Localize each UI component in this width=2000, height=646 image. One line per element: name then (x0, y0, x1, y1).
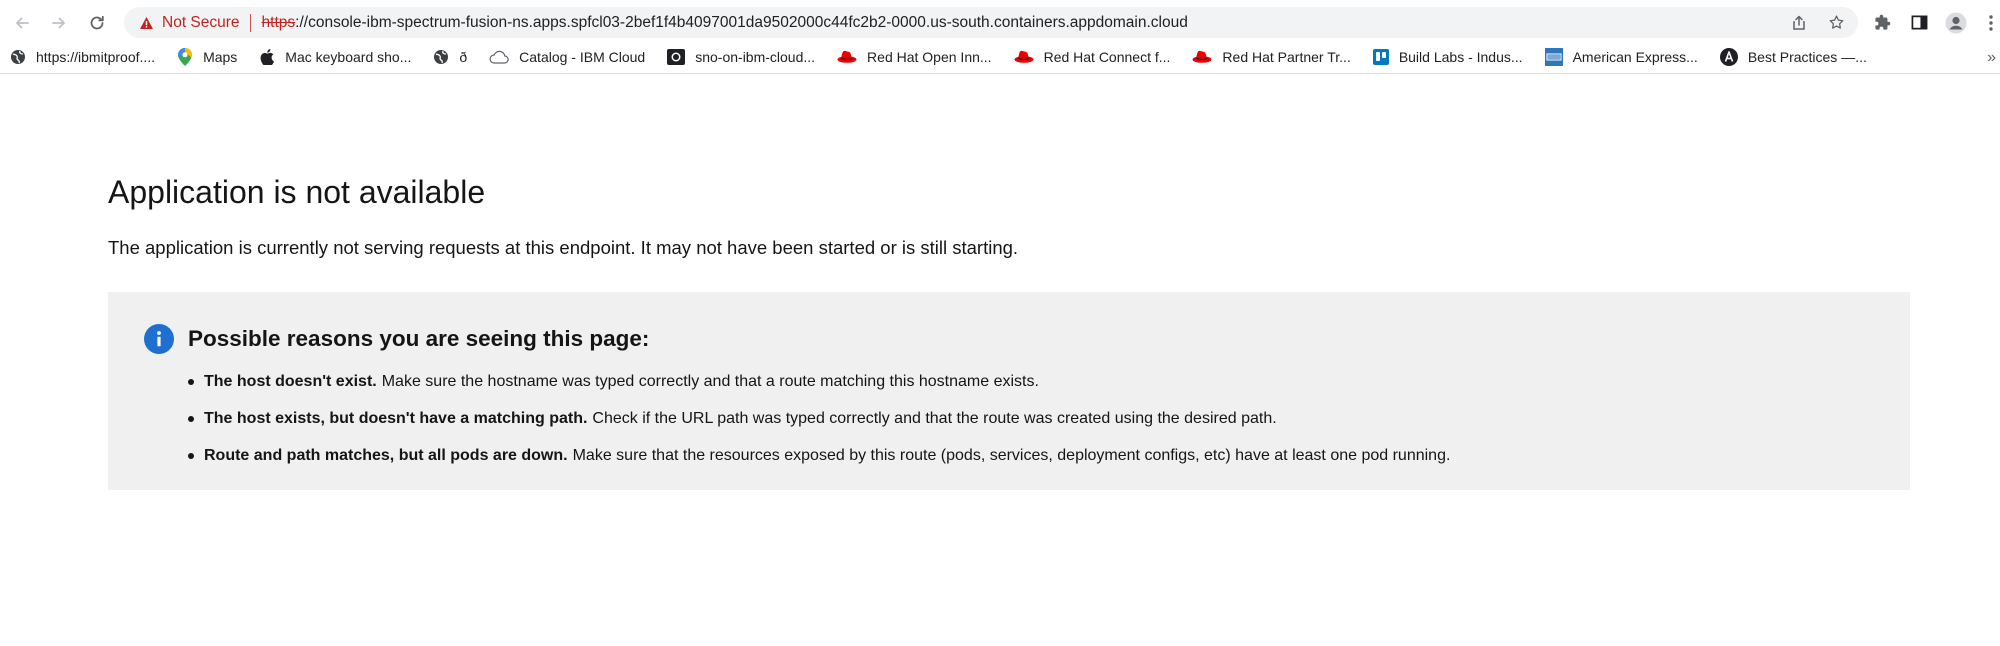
bookmark-label: Mac keyboard sho... (285, 49, 412, 65)
bullet-icon (188, 379, 194, 385)
bookmark-label: Best Practices —... (1747, 49, 1867, 65)
globe-icon (433, 49, 449, 65)
bookmark-item[interactable]: Build Labs - Indus... (1367, 44, 1529, 70)
bookmarks-overflow-button[interactable]: » (1987, 41, 1996, 74)
bullet-icon (188, 416, 194, 422)
list-item: The host exists, but doesn't have a matc… (188, 409, 1450, 429)
maps-icon (177, 48, 193, 66)
bookmark-item[interactable]: Catalog - IBM Cloud (483, 44, 651, 70)
share-icon (1793, 15, 1805, 30)
bookmark-label: https://ibmitproof.... (36, 49, 156, 65)
bookmark-item[interactable]: Best Practices —... (1714, 44, 1873, 70)
reason-text: Make sure that the resources exposed by … (572, 447, 1451, 464)
info-icon (144, 324, 174, 354)
security-status-label[interactable]: Not Secure (162, 14, 240, 32)
bookmark-item[interactable]: Red Hat Connect f... (1008, 44, 1177, 70)
bookmark-label: Maps (203, 49, 238, 65)
menu-icon (1989, 14, 1993, 31)
reload-icon (90, 15, 104, 30)
panel-title: Possible reasons you are seeing this pag… (188, 326, 650, 351)
bookmark-item[interactable]: Red Hat Partner Tr... (1186, 44, 1356, 70)
bookmark-item[interactable]: Red Hat Open Inn... (831, 44, 998, 70)
profile-button[interactable] (1941, 7, 1971, 38)
bookmark-label: Red Hat Connect f... (1043, 49, 1171, 65)
profile-icon (1945, 12, 1967, 33)
redhat-icon (837, 49, 857, 65)
bookmark-item[interactable]: American Express... (1539, 44, 1704, 70)
forward-button[interactable] (44, 8, 74, 38)
amex-icon (1544, 48, 1563, 66)
bookmark-label: American Express... (1572, 49, 1698, 65)
bullet-icon (188, 453, 194, 459)
bookmark-label: Catalog - IBM Cloud (519, 49, 646, 65)
list-item: The host doesn't exist. Make sure the ho… (188, 372, 1450, 392)
arrow-right-icon (52, 17, 65, 29)
page-description: The application is currently not serving… (108, 237, 1019, 258)
bookmark-item[interactable]: Maps (171, 44, 243, 70)
list-item: Route and path matches, but all pods are… (188, 446, 1450, 466)
bookmark-label: Red Hat Partner Tr... (1222, 49, 1351, 65)
bookmarks-bar: https://ibmitproof.... Maps Mac keyboard… (0, 41, 2000, 74)
star-icon (1829, 15, 1843, 29)
bookmark-item[interactable]: https://ibmitproof.... (0, 44, 161, 70)
globe-icon (10, 49, 26, 65)
panel-header: Possible reasons you are seeing this pag… (144, 324, 649, 354)
page-title: Application is not available (108, 174, 486, 210)
extensions-button[interactable] (1867, 7, 1897, 38)
bookmark-item[interactable]: sno-on-ibm-cloud... (661, 44, 821, 70)
browser-toolbar: Not Secure https://console-ibm-spectrum-… (0, 0, 2000, 45)
reason-text: Check if the URL path was typed correctl… (592, 410, 1277, 427)
bookmark-label: Red Hat Open Inn... (867, 49, 992, 65)
security-divider (249, 13, 251, 32)
warning-icon[interactable] (136, 13, 156, 33)
reason-heading: Route and path matches, but all pods are… (204, 447, 568, 464)
back-button[interactable] (7, 8, 37, 38)
arrow-left-icon (16, 17, 29, 29)
redhat-icon (1192, 49, 1212, 65)
possible-reasons-panel: Possible reasons you are seeing this pag… (108, 292, 1910, 490)
bookmark-label: ð (459, 49, 468, 65)
bookmark-item[interactable]: ð (427, 44, 473, 70)
reload-button[interactable] (82, 8, 112, 38)
trello-icon (1372, 49, 1389, 65)
redhat-icon (1014, 49, 1034, 65)
bookmark-label: sno-on-ibm-cloud... (695, 49, 816, 65)
cloud-icon (489, 49, 509, 65)
side-panel-icon (1911, 15, 1927, 30)
apple-icon (259, 49, 275, 65)
browser-menu-button[interactable] (1982, 7, 2000, 38)
side-panel-button[interactable] (1904, 7, 1934, 38)
bookmark-item[interactable]: Mac keyboard sho... (253, 44, 417, 70)
reason-text: Make sure the hostname was typed correct… (381, 373, 1039, 390)
bookmark-label: Build Labs - Indus... (1398, 49, 1523, 65)
github-icon (667, 49, 686, 65)
reason-heading: The host exists, but doesn't have a matc… (204, 410, 588, 427)
bookmark-star-button[interactable] (1821, 7, 1851, 38)
address-bar[interactable]: Not Secure https://console-ibm-spectrum-… (124, 7, 1858, 38)
reasons-list: The host doesn't exist. Make sure the ho… (188, 372, 1450, 483)
url-host: ://console-ibm-spectrum-fusion-ns.apps.s… (295, 13, 1188, 31)
share-button[interactable] (1784, 7, 1814, 38)
extensions-icon (1874, 14, 1890, 30)
url-scheme: https (261, 13, 296, 31)
angular-icon (1719, 48, 1738, 66)
reason-heading: The host doesn't exist. (204, 373, 377, 390)
